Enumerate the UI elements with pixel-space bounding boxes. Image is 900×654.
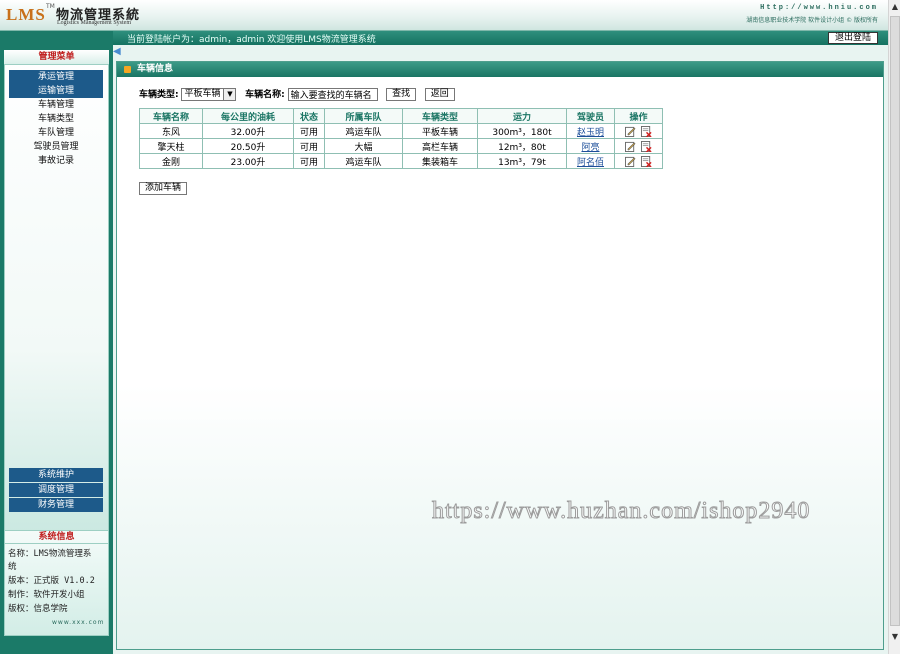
sysinfo-maker: 制作：软件开发小组 [8,590,85,600]
sidebar-item-dispatch[interactable]: 调度管理 [9,483,103,497]
back-button[interactable]: 返回 [424,88,455,101]
sysinfo-url: www.xxx.com [52,619,105,626]
menu-title: 管理菜单 [4,50,109,65]
sysinfo-name: 名称：LMS物流管理系 [8,549,92,559]
cell-driver: 阿名佰 [566,153,615,169]
collapse-sidebar-icon[interactable]: ◀ [113,46,121,58]
col-header: 车辆类型 [402,108,478,124]
edit-icon[interactable] [625,141,636,152]
cell-team: 鸡运车队 [324,153,403,169]
vehicle-name-input[interactable] [287,88,378,101]
header-url: Http://www.hniu.com [760,4,878,12]
cell-capacity: 12m³，80t [477,138,567,154]
filter-bar: 车辆类型: 平板车辆 ▼ 车辆名称: 查找 返回 [139,88,455,102]
cell-actions [614,138,663,154]
cell-team: 鸡运车队 [324,123,403,139]
scroll-up-icon[interactable]: ▲ [889,0,900,14]
logo-title-en: Logistics Management System [57,20,131,26]
cell-name: 擎天柱 [139,138,203,154]
chevron-down-icon: ▼ [223,89,236,100]
sidebar-item-finance[interactable]: 财务管理 [9,498,103,512]
cell-capacity: 13m³，79t [477,153,567,169]
sysinfo-rights: 版权：信息学院 [8,604,68,614]
col-header: 操作 [614,108,663,124]
cell-fuel: 23.00升 [202,153,294,169]
cell-actions [614,123,663,139]
sidebar-item-drivers[interactable]: 驾驶员管理 [9,140,103,154]
vehicle-name-label: 车辆名称: [245,90,285,100]
cell-type: 高栏车辆 [402,138,478,154]
app-header: LMS TM 物流管理系統 Logistics Management Syste… [0,0,888,31]
cell-status: 可用 [293,138,325,154]
sidebar-item-vehicles[interactable]: 车辆管理 [9,98,103,112]
sysinfo-version: 版本：正式版 V1.0.2 [8,576,95,586]
table-row: 东风 32.00升 可用 鸡运车队 平板车辆 300m³，180t 赵玉明 [139,123,663,139]
delete-icon[interactable] [640,155,652,167]
cell-fuel: 20.50升 [202,138,294,154]
cell-driver: 阿亮 [566,138,615,154]
sysinfo-name-cont: 统 [8,562,17,572]
table-row: 擎天柱 20.50升 可用 大幅 高栏车辆 12m³，80t 阿亮 [139,138,663,154]
sidebar: 管理菜单 承运管理 运输管理 车辆管理 车辆类型 车队管理 驾驶员管理 事故记录… [0,31,113,654]
col-header: 车辆名称 [139,108,203,124]
table-row: 金刚 23.00升 可用 鸡运车队 集装箱车 13m³，79t 阿名佰 [139,153,663,169]
cell-status: 可用 [293,123,325,139]
driver-link[interactable]: 赵玉明 [577,128,604,138]
cell-fuel: 32.00升 [202,123,294,139]
cell-status: 可用 [293,153,325,169]
vehicle-type-select[interactable]: 平板车辆 ▼ [181,88,237,101]
driver-link[interactable]: 阿名佰 [577,158,604,168]
sidebar-item-system[interactable]: 系统维护 [9,468,103,482]
cell-driver: 赵玉明 [566,123,615,139]
main-panel: 车辆信息 车辆类型: 平板车辆 ▼ 车辆名称: 查找 返回 车辆名称 每公里的油… [116,61,884,650]
col-header: 状态 [293,108,325,124]
watermark: https://www.huzhan.com/ishop2940 [431,498,811,525]
edit-icon[interactable] [625,126,636,137]
sidebar-item-accidents[interactable]: 事故记录 [9,154,103,168]
logout-button[interactable]: 退出登陆 [827,32,878,44]
search-button[interactable]: 查找 [386,88,417,101]
table-header-row: 车辆名称 每公里的油耗 状态 所属车队 车辆类型 运力 驾驶员 操作 [139,108,663,124]
panel-header: 车辆信息 [117,62,883,77]
edit-icon[interactable] [625,156,636,167]
cell-name: 东风 [139,123,203,139]
delete-icon[interactable] [640,140,652,152]
status-bar: 当前登陆帐户为：admin，admin 欢迎使用LMS物流管理系统 退出登陆 [113,31,888,45]
header-copyright: 湖南信息职业技术学院 软件设计小组 © 版权所有 [746,17,878,24]
cell-name: 金刚 [139,153,203,169]
driver-link[interactable]: 阿亮 [581,143,599,153]
col-header: 每公里的油耗 [202,108,294,124]
cell-team: 大幅 [324,138,403,154]
sidebar-item-vehicle-types[interactable]: 车辆类型 [9,112,103,126]
cell-actions [614,153,663,169]
col-header: 所属车队 [324,108,403,124]
scroll-thumb[interactable] [890,16,900,626]
sysinfo-title: 系统信息 [4,530,109,544]
cell-type: 集装箱车 [402,153,478,169]
rss-icon [124,66,131,73]
cell-type: 平板车辆 [402,123,478,139]
col-header: 驾驶员 [566,108,615,124]
panel-title: 车辆信息 [137,64,174,74]
add-vehicle-button[interactable]: 添加车辆 [139,182,188,195]
vehicle-type-value: 平板车辆 [184,89,221,99]
delete-icon[interactable] [640,125,652,137]
vehicle-table: 车辆名称 每公里的油耗 状态 所属车队 车辆类型 运力 驾驶员 操作 东风 32… [139,108,663,169]
sidebar-item-fleets[interactable]: 车队管理 [9,126,103,140]
logo-lms: LMS [6,5,46,24]
page-scrollbar[interactable]: ▲ ▼ [888,0,900,654]
cell-capacity: 300m³，180t [477,123,567,139]
vehicle-type-label: 车辆类型: [139,90,179,100]
sidebar-item-transport[interactable]: 运输管理 [9,84,103,98]
login-info: 当前登陆帐户为：admin，admin 欢迎使用LMS物流管理系统 [127,35,376,45]
logo-tm: TM [46,3,55,10]
scroll-down-icon[interactable]: ▼ [889,630,900,644]
sidebar-item-carrier[interactable]: 承运管理 [9,70,103,84]
col-header: 运力 [477,108,567,124]
